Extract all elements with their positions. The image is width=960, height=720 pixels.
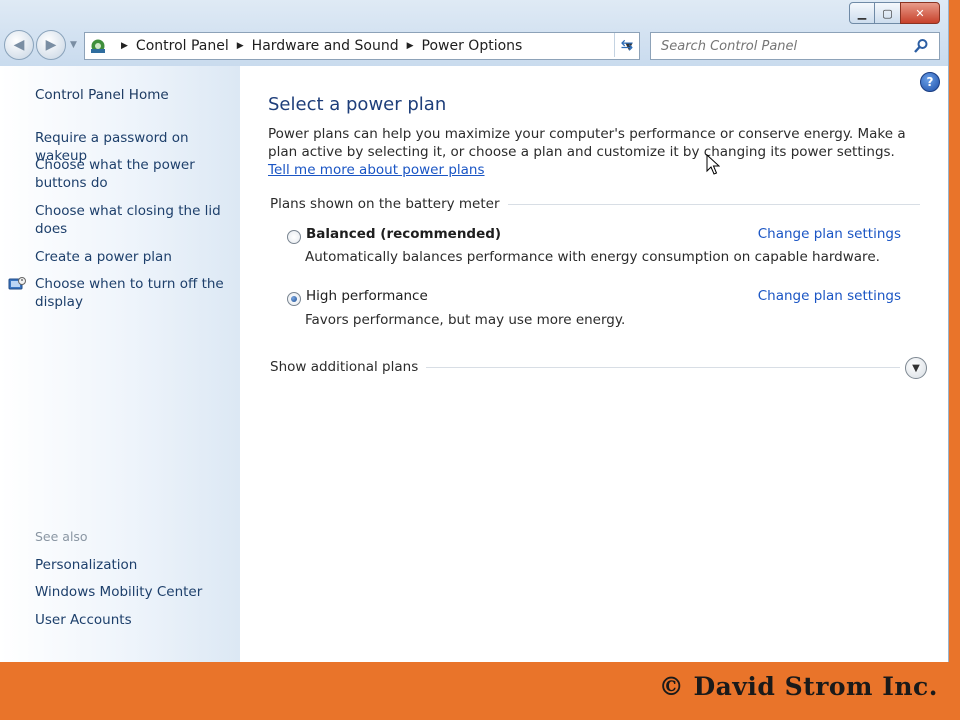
tell-me-more-link[interactable]: Tell me more about power plans xyxy=(268,162,485,178)
sidebar-create-power-plan[interactable]: Create a power plan xyxy=(35,248,235,266)
balanced-change-settings-link[interactable]: Change plan settings xyxy=(758,226,901,242)
intro-text: Power plans can help you maximize your c… xyxy=(268,125,916,179)
sidebar: Control Panel Home Require a password on… xyxy=(0,66,240,662)
address-bar[interactable]: ▶ Control Panel ▶ Hardware and Sound ▶ P… xyxy=(84,32,640,60)
maximize-button[interactable]: ▢ xyxy=(875,2,900,24)
minimize-icon: ▁ xyxy=(857,6,867,20)
display-settings-icon xyxy=(8,277,26,290)
see-also-mobility-center[interactable]: Windows Mobility Center xyxy=(35,583,235,601)
search-icon[interactable] xyxy=(913,38,929,54)
refresh-button[interactable]: ⇆ xyxy=(614,33,639,57)
intro-description: Power plans can help you maximize your c… xyxy=(268,126,906,160)
help-icon[interactable]: ? xyxy=(920,72,940,92)
back-arrow-icon: ◀ xyxy=(13,37,25,53)
refresh-icon: ⇆ xyxy=(620,36,634,54)
balanced-radio[interactable] xyxy=(287,230,301,244)
close-icon: ✕ xyxy=(915,6,925,20)
mouse-cursor-icon xyxy=(706,154,720,175)
breadcrumb-power-options[interactable]: Power Options xyxy=(422,38,523,54)
chevron-down-icon: ▼ xyxy=(912,362,920,374)
maximize-icon: ▢ xyxy=(882,6,893,20)
caption-buttons: ▁ ▢ ✕ xyxy=(849,2,940,24)
sidebar-control-panel-home[interactable]: Control Panel Home xyxy=(35,86,235,104)
plans-section-label: Plans shown on the battery meter xyxy=(270,196,508,212)
recent-pages-dropdown[interactable]: ▼ xyxy=(70,40,77,50)
balanced-plan-name[interactable]: Balanced (recommended) xyxy=(306,226,501,242)
high-performance-radio[interactable] xyxy=(287,292,301,306)
search-box[interactable] xyxy=(650,32,940,60)
close-button[interactable]: ✕ xyxy=(900,2,940,24)
control-panel-icon xyxy=(91,39,105,53)
high-performance-plan-name[interactable]: High performance xyxy=(306,288,428,304)
high-performance-plan-description: Favors performance, but may use more ene… xyxy=(305,312,626,328)
minimize-button[interactable]: ▁ xyxy=(849,2,875,24)
navigation-buttons: ◀ ▶ ▼ xyxy=(4,30,77,60)
search-input[interactable] xyxy=(659,37,913,55)
forward-arrow-icon: ▶ xyxy=(45,37,57,53)
breadcrumb-separator-icon: ▶ xyxy=(121,41,128,51)
high-performance-change-settings-link[interactable]: Change plan settings xyxy=(758,288,901,304)
see-also-personalization[interactable]: Personalization xyxy=(35,556,235,574)
breadcrumb-hardware-and-sound[interactable]: Hardware and Sound xyxy=(252,38,399,54)
title-bar: ▁ ▢ ✕ ◀ ▶ ▼ ▶ Control Panel ▶ Hardware a… xyxy=(0,0,948,66)
expand-additional-plans-button[interactable]: ▼ xyxy=(905,357,927,379)
sidebar-turn-off-display[interactable]: Choose when to turn off the display xyxy=(35,275,225,311)
main-content: ? Select a power plan Power plans can he… xyxy=(240,66,948,662)
balanced-plan-description: Automatically balances performance with … xyxy=(305,249,880,265)
sidebar-closing-lid[interactable]: Choose what closing the lid does xyxy=(35,202,225,238)
show-additional-plans-label[interactable]: Show additional plans xyxy=(270,359,427,375)
forward-button[interactable]: ▶ xyxy=(36,30,66,60)
breadcrumb-control-panel[interactable]: Control Panel xyxy=(136,38,229,54)
copyright-watermark: © David Strom Inc. xyxy=(658,672,938,701)
see-also-label: See also xyxy=(35,529,88,544)
power-options-window: ▁ ▢ ✕ ◀ ▶ ▼ ▶ Control Panel ▶ Hardware a… xyxy=(0,0,949,663)
sidebar-power-buttons[interactable]: Choose what the power buttons do xyxy=(35,156,205,192)
breadcrumb-separator-icon: ▶ xyxy=(406,41,414,51)
page-title: Select a power plan xyxy=(268,94,447,115)
see-also-user-accounts[interactable]: User Accounts xyxy=(35,611,235,629)
breadcrumb-separator-icon: ▶ xyxy=(236,41,244,51)
back-button[interactable]: ◀ xyxy=(4,30,34,60)
footer-bar: © David Strom Inc. xyxy=(0,662,960,720)
